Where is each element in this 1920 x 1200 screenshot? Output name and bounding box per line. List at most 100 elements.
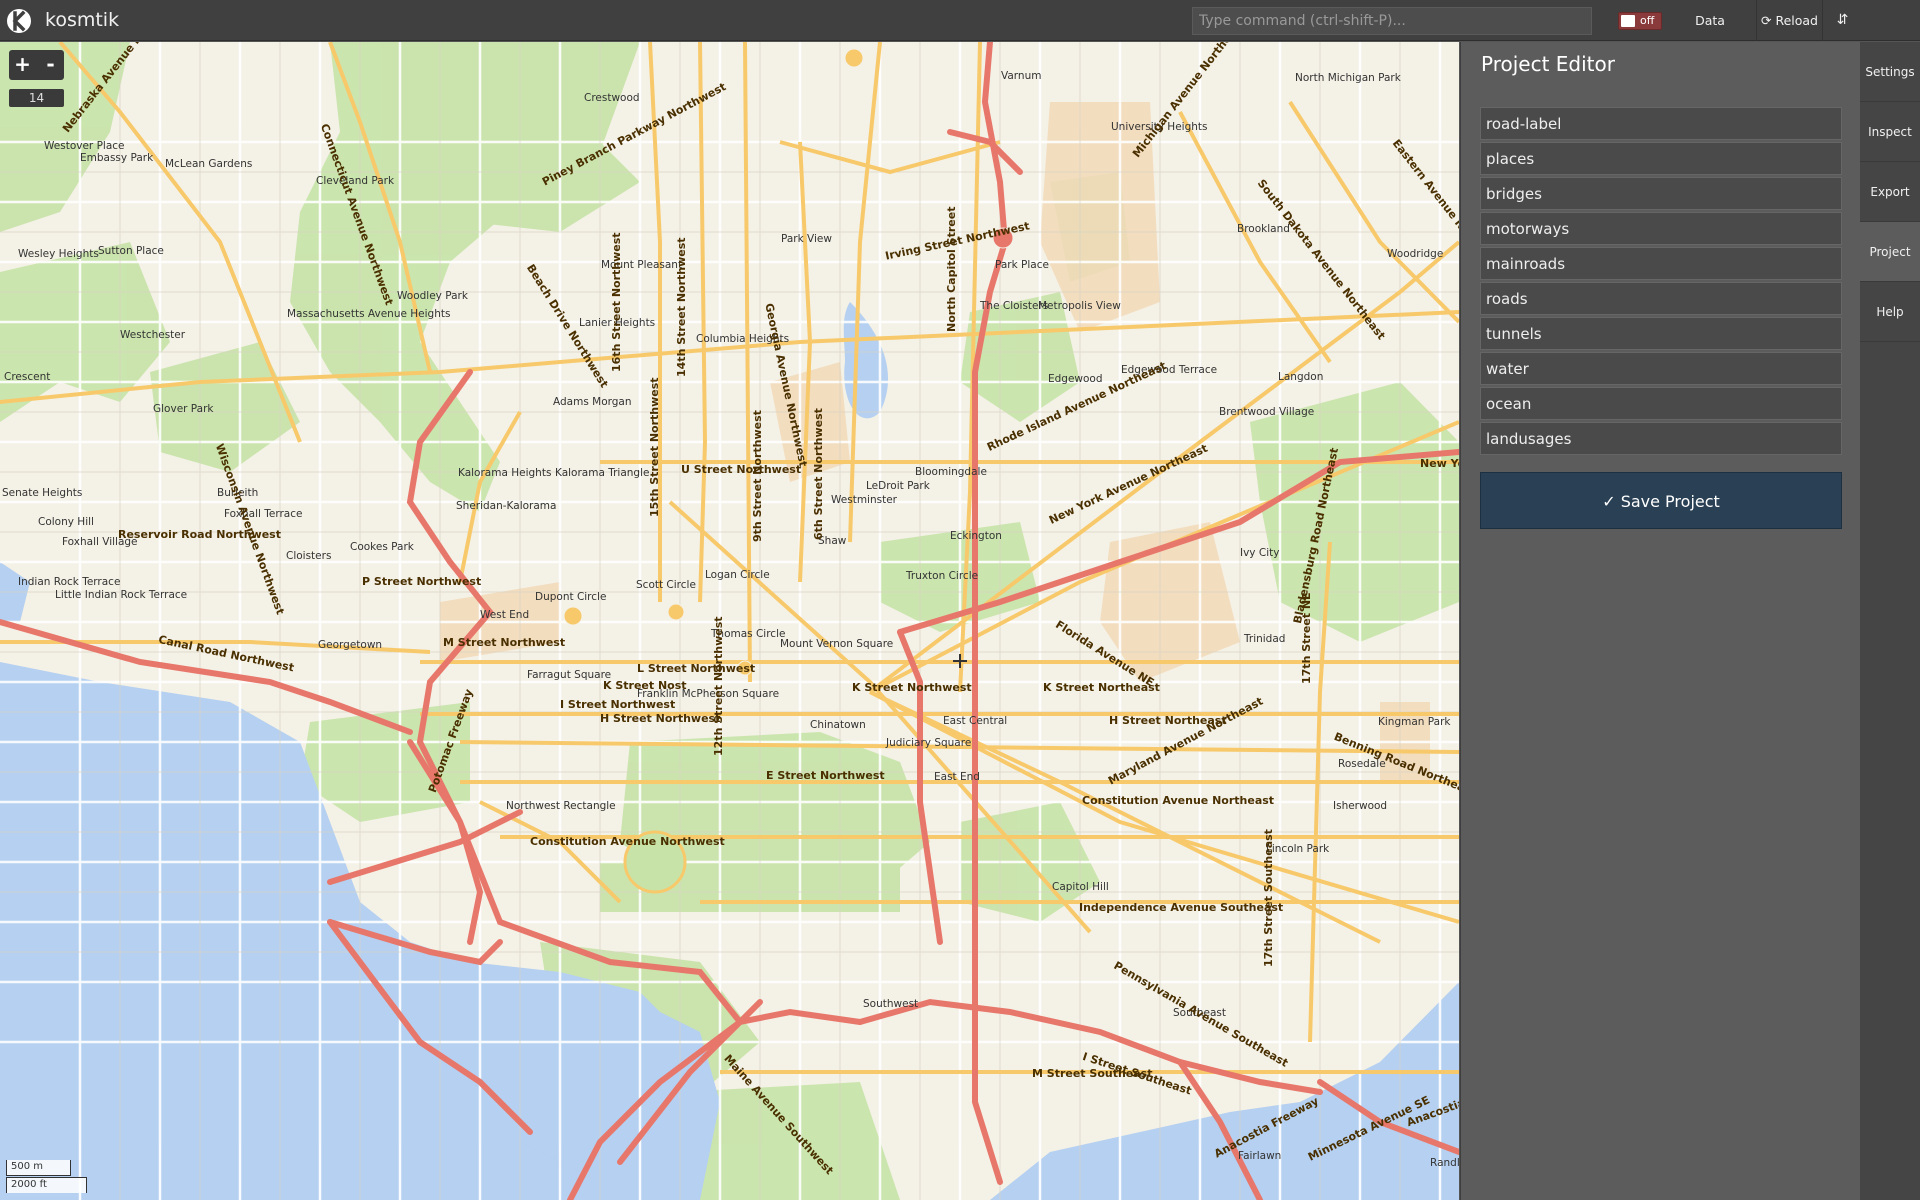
zoom-in-button[interactable]: + [9, 50, 36, 80]
street-label: M Street Northwest [443, 636, 566, 649]
place-label: Trinidad [1244, 633, 1286, 645]
zoom-out-button[interactable]: - [37, 50, 64, 80]
place-label: North Michigan Park [1295, 72, 1401, 84]
nav-help[interactable]: Help [1860, 282, 1920, 342]
place-label: Senate Heights [2, 487, 83, 499]
sort-arrows-icon[interactable]: ⇵ [1822, 0, 1862, 41]
place-label: Isherwood [1333, 800, 1388, 812]
save-project-button[interactable]: ✓ Save Project [1480, 472, 1842, 529]
street-label: I Street Northwest [560, 698, 676, 711]
place-label: Chinatown [810, 719, 866, 731]
place-label: Wesley Heights [18, 248, 99, 260]
panel-title: Project Editor [1481, 52, 1615, 76]
layer-item[interactable]: motorways [1480, 212, 1842, 245]
place-label: Farragut Square [527, 669, 612, 681]
place-label: Indian Rock Terrace [18, 576, 121, 588]
place-label: Varnum [1001, 70, 1042, 82]
street-label: Reservoir Road Northwest [118, 528, 281, 541]
place-label: Woodridge [1387, 248, 1444, 260]
layer-item[interactable]: roads [1480, 282, 1842, 315]
layer-item[interactable]: road-label [1480, 107, 1842, 140]
place-label: Crestwood [584, 92, 640, 104]
map-marker-icon [953, 654, 967, 668]
street-label: K Street Northeast [1043, 681, 1160, 694]
place-label: Sutton Place [98, 245, 164, 257]
place-label: Northwest Rectangle [506, 800, 616, 812]
place-label: LeDroit Park [866, 480, 930, 492]
place-label: Brookland [1237, 223, 1290, 235]
place-label: Kalorama Heights [458, 467, 552, 479]
place-label: Lincoln Park [1266, 843, 1330, 855]
street-label: New York [1420, 457, 1459, 470]
street-label: K Street Northwest [852, 681, 972, 694]
street-label: P Street Northwest [362, 575, 482, 588]
place-label: Bloomingdale [915, 466, 987, 478]
street-label: M Street Southeast [1032, 1067, 1153, 1080]
nav-inspect[interactable]: Inspect [1860, 102, 1920, 162]
data-inspector-toggle[interactable]: off [1618, 12, 1662, 30]
place-label: McLean Gardens [165, 158, 253, 170]
place-label: Southwest [863, 998, 919, 1010]
place-label: Massachusetts Avenue Heights [287, 308, 451, 320]
place-label: Capitol Hill [1052, 881, 1109, 893]
place-label: Cookes Park [350, 541, 414, 553]
place-label: Judiciary Square [886, 737, 972, 749]
nav-project[interactable]: Project [1860, 222, 1920, 282]
app-title: kosmtik [45, 9, 120, 31]
layer-item[interactable]: places [1480, 142, 1842, 175]
street-label: 14th Street Northwest [675, 237, 688, 377]
kosmtik-logo-icon[interactable] [4, 8, 34, 34]
place-label: Brentwood Village [1219, 406, 1315, 418]
place-label: Randle [1430, 1157, 1459, 1169]
place-label: Kingman Park [1378, 716, 1451, 728]
side-navigation: Settings Inspect Export Project Help [1860, 42, 1920, 1200]
place-label: Mount Vernon Square [780, 638, 894, 650]
top-bar: kosmtik off Data Inspector ⟳ Reload ⇵ [0, 0, 1920, 69]
zoom-control: + - [9, 50, 64, 80]
layer-item[interactable]: ocean [1480, 387, 1842, 420]
data-inspector-button[interactable]: Data Inspector [1664, 0, 1756, 69]
place-label: Ivy City [1240, 547, 1280, 559]
street-label: 15th Street Northwest [648, 377, 661, 517]
command-input[interactable] [1192, 7, 1592, 35]
place-label: Fairlawn [1238, 1150, 1282, 1162]
layer-item[interactable]: water [1480, 352, 1842, 385]
street-label: 6th Street Northwest [812, 408, 825, 540]
place-label: East Central [943, 715, 1008, 727]
place-label: Cloisters [286, 550, 332, 562]
place-label: Logan Circle [705, 569, 770, 581]
layer-item[interactable]: bridges [1480, 177, 1842, 210]
layer-list: road-label places bridges motorways main… [1480, 107, 1842, 457]
reload-button[interactable]: ⟳ Reload [1756, 0, 1822, 41]
place-label: Georgetown [318, 639, 383, 651]
layer-item[interactable]: mainroads [1480, 247, 1842, 280]
place-label: Langdon [1278, 371, 1324, 383]
map-tiles[interactable] [0, 42, 1459, 1200]
place-label: East End [934, 771, 980, 783]
zoom-level-indicator: 14 [9, 89, 64, 107]
place-label: Park View [781, 233, 832, 245]
street-label: K Street Nost [603, 679, 687, 692]
street-label: 17th Street NE [1300, 592, 1313, 684]
map-view[interactable]: Crestwood Westover Place Embassy Park McLea… [0, 42, 1459, 1200]
street-label: L Street Northwest [637, 662, 756, 675]
place-label: Scott Circle [636, 579, 696, 591]
place-label: Metropolis View [1038, 300, 1121, 312]
place-label: Westover Place [44, 140, 125, 152]
street-label: H Street Northwest [600, 712, 721, 725]
place-label: West End [480, 609, 530, 621]
scale-bar-imperial: 2000 ft [6, 1177, 87, 1193]
place-label: Westchester [120, 329, 186, 341]
nav-settings[interactable]: Settings [1860, 42, 1920, 102]
layer-item[interactable]: landusages [1480, 422, 1842, 455]
street-label: 12th Street Northwest [712, 616, 725, 756]
layer-item[interactable]: tunnels [1480, 317, 1842, 350]
place-label: Sheridan-Kalorama [456, 500, 557, 512]
street-label: North Capitol Street [945, 206, 958, 332]
nav-export[interactable]: Export [1860, 162, 1920, 222]
street-label: 17th Street Southeast [1262, 829, 1275, 967]
place-label: Colony Hill [38, 516, 94, 528]
project-editor-panel: Project Editor road-label places bridges… [1460, 42, 1860, 1200]
place-label: Little Indian Rock Terrace [55, 589, 188, 601]
place-label: Woodley Park [397, 290, 468, 302]
